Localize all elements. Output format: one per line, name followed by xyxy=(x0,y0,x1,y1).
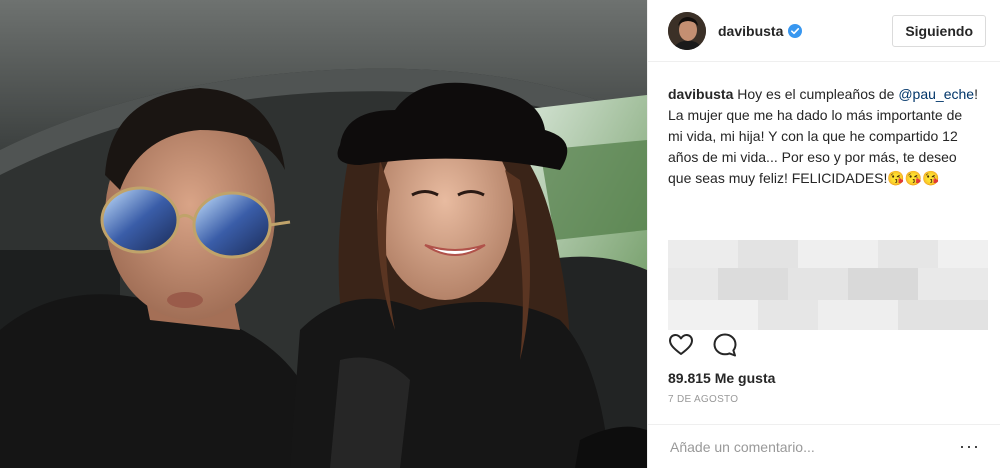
likes-count[interactable]: 89.815 Me gusta xyxy=(668,370,775,386)
post-photo[interactable] xyxy=(0,0,647,468)
avatar[interactable] xyxy=(668,11,706,50)
verified-badge-icon xyxy=(788,23,803,38)
following-button[interactable]: Siguiendo xyxy=(892,14,986,47)
selfie-image xyxy=(0,0,647,468)
post-date[interactable]: 7 DE AGOSTO xyxy=(668,394,738,405)
more-options-icon[interactable]: ··· xyxy=(959,436,980,457)
post-header: davibusta Siguiendo xyxy=(648,0,1000,62)
heart-icon[interactable] xyxy=(668,332,694,358)
blurred-comments-area xyxy=(668,240,988,330)
avatar-image xyxy=(668,11,706,50)
post-sidebar: davibusta Siguiendo davibusta Hoy es el … xyxy=(647,0,1000,468)
comment-input[interactable] xyxy=(668,437,960,456)
caption-text-before: Hoy es el cumpleaños de xyxy=(733,86,899,102)
comment-bubble-icon[interactable] xyxy=(712,332,738,358)
caption-mention[interactable]: @pau_eche xyxy=(898,86,974,102)
instagram-post: davibusta Siguiendo davibusta Hoy es el … xyxy=(0,0,1000,468)
post-caption: davibusta Hoy es el cumpleaños de @pau_e… xyxy=(648,62,1000,189)
post-author-username[interactable]: davibusta xyxy=(718,23,783,39)
comment-bar: ··· xyxy=(648,424,1000,468)
caption-username[interactable]: davibusta xyxy=(668,86,733,102)
post-actions xyxy=(668,332,738,358)
